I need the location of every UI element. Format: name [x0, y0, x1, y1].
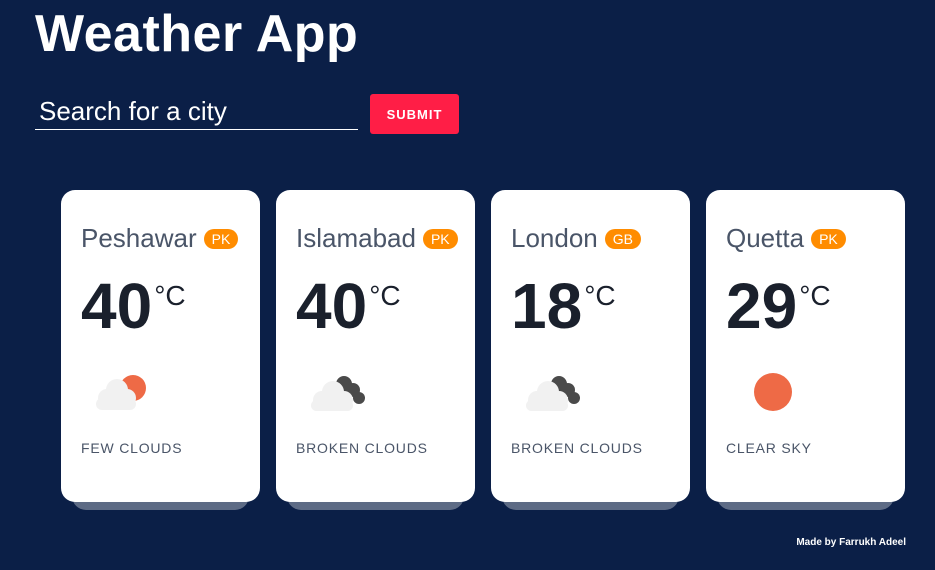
country-badge: PK	[811, 228, 846, 249]
temperature-value: 18	[511, 270, 583, 342]
broken-clouds-icon	[526, 376, 580, 411]
weather-description: BROKEN CLOUDS	[296, 440, 428, 456]
city-name: Quetta	[726, 223, 805, 253]
city-search-input[interactable]	[35, 94, 358, 130]
app-title: Weather App	[35, 5, 359, 63]
country-badge: PK	[422, 228, 458, 249]
city-card: Islamabad PK 40 °C BROKEN CLOUDS	[276, 190, 475, 510]
broken-clouds-icon	[311, 376, 365, 411]
city-name: London	[511, 223, 598, 253]
submit-button[interactable]: SUBMIT	[370, 94, 459, 134]
temperature-unit: °C	[369, 280, 401, 311]
few-clouds-icon	[96, 375, 146, 410]
city-card: Quetta PK 29 °C CLEAR SKY	[706, 190, 905, 510]
card-body: Peshawar PK 40 °C FEW CLOUDS	[61, 190, 260, 502]
city-card: London GB 18 °C BROKEN CLOUDS	[491, 190, 690, 510]
country-badge: GB	[604, 228, 641, 249]
clear-sky-icon	[754, 373, 792, 411]
footer-credit: Made by Farrukh Adeel	[796, 537, 906, 548]
temperature-unit: °C	[584, 280, 616, 311]
temperature-value: 29	[726, 270, 798, 342]
temperature-value: 40	[81, 270, 153, 342]
card-body: Islamabad PK 40 °C BROKEN CLOUDS	[276, 190, 475, 502]
card-body: London GB 18 °C BROKEN CLOUDS	[491, 190, 690, 502]
temperature-unit: °C	[799, 280, 831, 311]
city-card: Peshawar PK 40 °C FEW CLOUDS	[61, 190, 260, 510]
temperature-value: 40	[296, 270, 368, 342]
search-form: SUBMIT	[35, 94, 459, 134]
weather-description: BROKEN CLOUDS	[511, 440, 643, 456]
city-cards-list: Peshawar PK 40 °C FEW CLOUDS Islamabad P…	[61, 190, 905, 510]
city-name: Islamabad	[296, 223, 416, 253]
temperature-unit: °C	[154, 280, 186, 311]
weather-description: FEW CLOUDS	[81, 440, 183, 456]
country-badge: PK	[203, 228, 239, 249]
city-name: Peshawar	[81, 223, 197, 253]
weather-description: CLEAR SKY	[726, 440, 812, 456]
card-body: Quetta PK 29 °C CLEAR SKY	[706, 190, 905, 502]
